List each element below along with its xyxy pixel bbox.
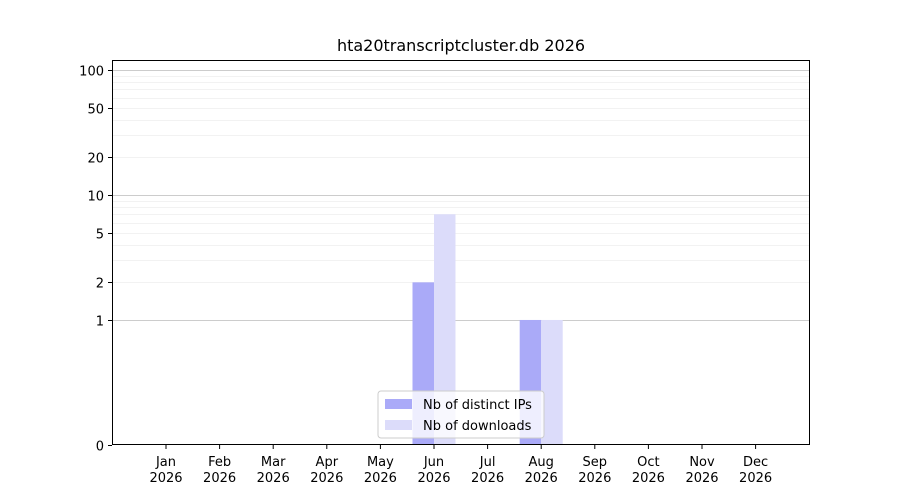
y-tick-label: 5 [96, 228, 104, 243]
x-tick-label: Jan 2026 [149, 455, 182, 486]
x-tick-label: Nov 2026 [685, 455, 718, 486]
x-tick-label: Mar 2026 [257, 455, 290, 486]
legend-swatch [385, 399, 412, 409]
y-tick-label: 0 [96, 440, 104, 455]
x-tick-label: Dec 2026 [739, 455, 772, 486]
x-tick-label: Oct 2026 [632, 455, 665, 486]
y-tick-label: 2 [96, 277, 104, 292]
y-tick-label: 1 [96, 315, 104, 330]
legend: Nb of distinct IPs Nb of downloads [377, 390, 545, 439]
chart-root: 0 1 2 5 10 20 50 100 Jan 2026 Feb 2026 Mar 2026 Apr 20… [0, 0, 900, 500]
x-tick-label: Jul 2026 [471, 455, 504, 486]
y-tick-label: 10 [87, 190, 104, 205]
legend-label: Nb of distinct IPs [423, 398, 532, 413]
y-axis: 0 1 2 5 10 20 50 100 [79, 65, 112, 455]
x-tick-label: Apr 2026 [310, 455, 343, 486]
grid-layer [112, 70, 810, 321]
x-tick-label: Jun 2026 [417, 455, 450, 486]
legend-swatch [385, 420, 412, 430]
x-axis: Jan 2026 Feb 2026 Mar 2026 Apr 2026 May 2026 Jun 20… [149, 445, 772, 486]
plot-frame [112, 60, 810, 445]
x-tick-label: Aug 2026 [525, 455, 558, 486]
chart-title: hta20transcriptcluster.db 2026 [337, 36, 585, 55]
legend-label: Nb of downloads [423, 419, 532, 434]
x-tick-label: Feb 2026 [203, 455, 236, 486]
y-tick-label: 20 [87, 152, 104, 167]
y-tick-label: 100 [79, 65, 104, 80]
bar-chart: 0 1 2 5 10 20 50 100 Jan 2026 Feb 2026 Mar 2026 Apr 20… [79, 36, 810, 486]
y-tick-label: 50 [87, 103, 104, 118]
x-tick-label: May 2026 [364, 455, 397, 486]
x-tick-label: Sep 2026 [578, 455, 611, 486]
